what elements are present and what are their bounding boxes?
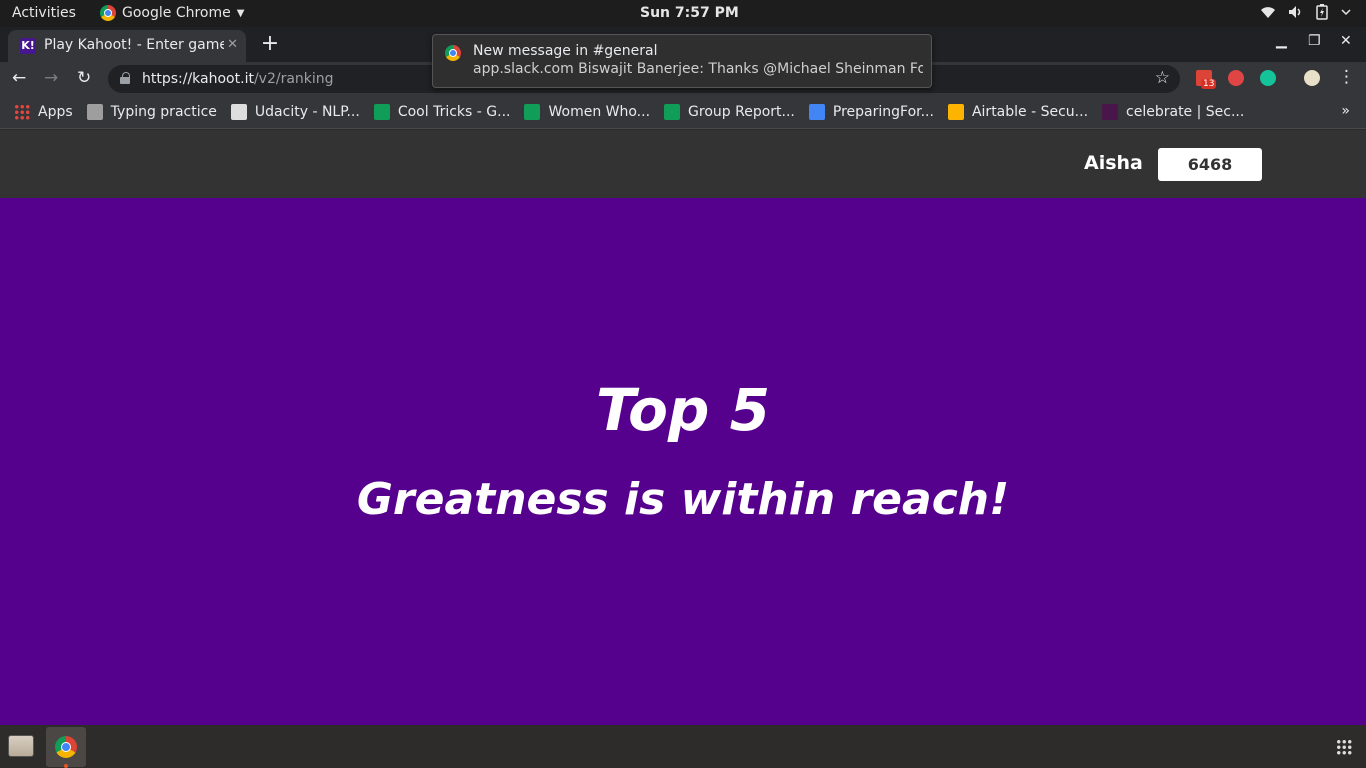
tab-title: Play Kahoot! - Enter game PIN (44, 37, 224, 53)
reload-icon[interactable]: ↻ (77, 68, 91, 88)
chrome-dock-button[interactable] (46, 727, 86, 767)
slack-icon (1102, 103, 1119, 120)
chevron-down-icon: ▼ (236, 7, 245, 19)
bookmarks-bar: Apps Typing practice Udacity - NLP... Co… (0, 95, 1366, 129)
bookmark-celebrate[interactable]: celebrate | Sec... (1102, 103, 1244, 120)
volume-icon (1289, 6, 1301, 18)
dock (0, 725, 1366, 768)
google-sheets-icon (373, 103, 390, 120)
chrome-icon (55, 736, 77, 758)
bookmark-group-report[interactable]: Group Report... (664, 103, 795, 120)
show-applications-icon[interactable] (1336, 739, 1352, 755)
ranking-title: Top 5 (596, 376, 770, 444)
airtable-icon (947, 103, 964, 120)
ranking-panel: Top 5 Greatness is within reach! (0, 198, 1366, 725)
profile-avatar[interactable] (1304, 70, 1320, 86)
slack-notification[interactable]: New message in #general app.slack.com Bi… (432, 34, 932, 88)
running-indicator (64, 764, 68, 768)
adblock-extension-icon[interactable] (1228, 70, 1244, 86)
close-window-icon[interactable]: ✕ (1340, 33, 1352, 49)
system-top-bar: Activities Google Chrome ▼ Sun 7:57 PM (0, 0, 1366, 27)
google-sheets-icon (524, 103, 541, 120)
tab-kahoot[interactable]: K! Play Kahoot! - Enter game PIN ✕ (8, 30, 246, 62)
new-tab-button[interactable]: + (258, 30, 282, 58)
bookmark-women-who[interactable]: Women Who... (524, 103, 650, 120)
grammarly-extension-icon[interactable] (1260, 70, 1276, 86)
app-menu[interactable]: Google Chrome ▼ (100, 5, 244, 21)
notification-body: app.slack.com Biswajit Banerjee: Thanks … (473, 61, 923, 77)
kahoot-header: Aisha 6468 (0, 130, 1366, 198)
notification-title: New message in #general (473, 43, 658, 59)
files-app-icon[interactable] (8, 735, 34, 757)
menu-kebab-icon[interactable]: ⋮ (1338, 67, 1355, 87)
clock[interactable]: Sun 7:57 PM (640, 5, 739, 21)
app-menu-label: Google Chrome (122, 5, 231, 21)
bookmark-airtable[interactable]: Airtable - Secu... (947, 103, 1088, 120)
wifi-icon (1261, 7, 1275, 18)
chrome-icon (100, 5, 116, 21)
gmail-unread-badge: 13 (1201, 79, 1217, 89)
back-arrow-icon[interactable]: ← (12, 68, 26, 88)
apps-grid-icon (14, 103, 30, 120)
typing-practice-icon (86, 103, 103, 120)
bookmark-star-icon[interactable]: ☆ (1155, 68, 1170, 88)
score-badge: 6468 (1158, 148, 1262, 181)
battery-icon (1316, 4, 1328, 20)
bookmark-preparing-for[interactable]: PreparingFor... (808, 103, 934, 120)
forward-arrow-icon[interactable]: → (44, 68, 58, 88)
system-tray[interactable] (1260, 4, 1352, 20)
bookmark-udacity[interactable]: Udacity - NLP... (230, 103, 360, 120)
lock-icon[interactable] (120, 72, 130, 84)
preparing-for-icon (808, 103, 825, 120)
activities-button[interactable]: Activities (12, 5, 76, 21)
power-menu-icon (1341, 9, 1351, 16)
restore-icon[interactable]: ❐ (1308, 33, 1321, 49)
chrome-icon (445, 45, 461, 61)
bookmark-apps[interactable]: Apps (14, 103, 73, 120)
url-text[interactable]: https://kahoot.it/v2/ranking (142, 71, 334, 87)
player-name: Aisha (1084, 152, 1143, 174)
google-sheets-icon (664, 103, 681, 120)
bookmark-cool-tricks[interactable]: Cool Tricks - G... (373, 103, 510, 120)
tab-close-icon[interactable]: ✕ (227, 37, 238, 52)
kahoot-favicon-icon: K! (20, 38, 36, 54)
udacity-icon (230, 103, 247, 120)
bookmark-typing-practice[interactable]: Typing practice (86, 103, 217, 120)
more-bookmarks-icon[interactable]: » (1341, 103, 1350, 119)
ranking-message: Greatness is within reach! (356, 474, 1010, 525)
minimize-icon[interactable]: ▁ (1276, 33, 1287, 49)
